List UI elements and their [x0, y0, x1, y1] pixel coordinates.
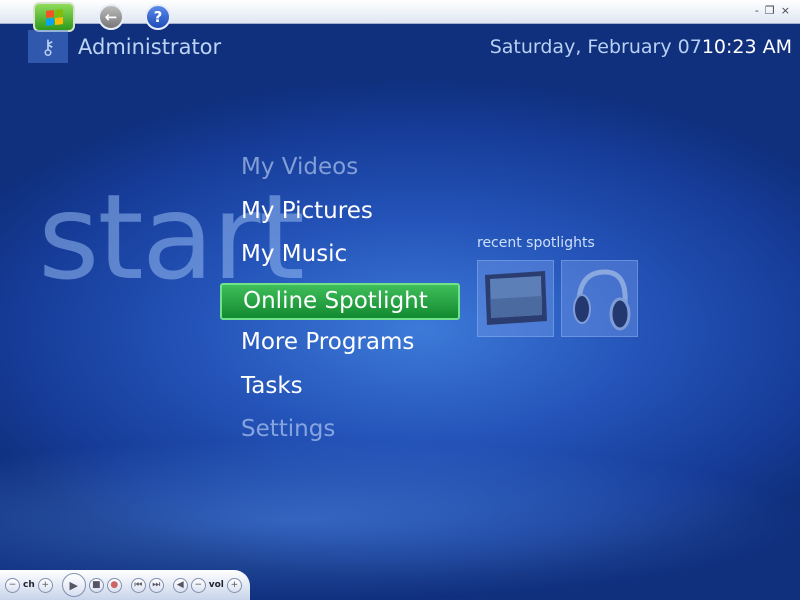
back-button[interactable]: ← — [98, 4, 124, 30]
volume-label: vol — [208, 580, 224, 590]
help-button[interactable]: ? — [145, 4, 171, 30]
skip-back-icon: ⏮ — [134, 580, 143, 590]
channel-up-button[interactable]: + — [37, 577, 53, 593]
user-name: Administrator — [78, 34, 222, 59]
menu-item-my-pictures[interactable]: My Pictures — [220, 193, 460, 237]
menu-item-more-programs[interactable]: More Programs — [220, 324, 460, 368]
channel-label: ch — [23, 580, 35, 590]
restore-button[interactable]: ❐ — [765, 4, 775, 17]
headphones-icon — [572, 268, 630, 330]
close-button[interactable]: × — [781, 4, 790, 17]
time: 10:23 AM — [701, 36, 792, 58]
play-button[interactable]: ▶ — [61, 573, 86, 597]
recent-spotlights-label: recent spotlights — [477, 235, 595, 251]
mute-button[interactable]: ◀ — [172, 577, 188, 593]
date: Saturday, February 07 — [489, 36, 702, 58]
windows-start-button[interactable] — [33, 2, 75, 32]
spotlight-tile-2[interactable] — [561, 260, 638, 337]
volume-down-button[interactable]: − — [190, 577, 206, 593]
skip-back-button[interactable]: ⏮ — [130, 577, 146, 593]
channel-down-button[interactable]: − — [5, 577, 20, 593]
transport-controls: − ch + ▶ ■ ● ⏮ ⏭ ◀ − vol + — [0, 570, 250, 600]
speaker-icon: ◀ — [176, 580, 184, 590]
key-icon: ⚷ — [28, 30, 68, 63]
skip-forward-button[interactable]: ⏭ — [148, 577, 164, 593]
help-icon: ? — [153, 8, 163, 26]
skip-forward-icon: ⏭ — [152, 580, 161, 590]
volume-up-button[interactable]: + — [226, 577, 242, 593]
menu-item-online-spotlight[interactable]: Online Spotlight — [220, 283, 460, 321]
spotlight-tile-1[interactable] — [477, 260, 554, 337]
stop-button[interactable]: ■ — [88, 577, 104, 593]
back-arrow-icon: ← — [104, 8, 118, 26]
menu-item-tasks[interactable]: Tasks — [220, 368, 460, 412]
menu-item-settings[interactable]: Settings — [220, 411, 460, 455]
monitor-icon — [484, 270, 547, 325]
windows-logo-icon — [45, 8, 63, 26]
menu-item-my-music[interactable]: My Music — [220, 236, 460, 280]
record-button[interactable]: ● — [106, 577, 122, 593]
main-menu: My Videos My Pictures My Music Online Sp… — [220, 149, 460, 455]
record-icon: ● — [110, 580, 119, 590]
user-info: ⚷ Administrator — [28, 30, 221, 63]
play-icon: ▶ — [69, 578, 78, 592]
minimize-button[interactable]: - — [755, 4, 759, 17]
stop-icon: ■ — [91, 580, 101, 590]
menu-item-my-videos[interactable]: My Videos — [220, 149, 460, 193]
date-time: Saturday, February 0710:23 AM — [490, 36, 792, 58]
